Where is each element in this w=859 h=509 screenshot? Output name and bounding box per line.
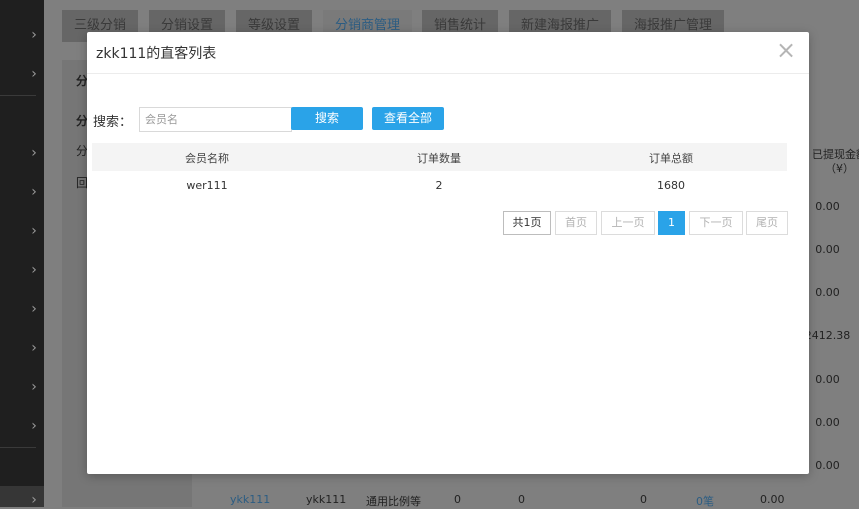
table-cell: 0 [518,493,525,506]
table-cell: 2 [435,179,443,192]
chevron-right-icon[interactable]: › [26,223,42,239]
table-cell: 0 [640,493,647,506]
modal-title: zkk111的直客列表 [96,46,217,62]
sidebar-divider [0,447,36,448]
column-header: 已提现金额 （¥） [808,148,859,176]
prev-page-button[interactable]: 上一页 [601,211,655,235]
modal-header: zkk111的直客列表 × [87,32,809,74]
table-row: wer111 2 1680 [92,171,787,201]
chevron-right-icon[interactable]: › [26,66,42,82]
column-header: 订单数量 [417,152,461,165]
view-all-button[interactable]: 查看全部 [372,107,444,130]
table-cell: 0.00 [760,493,785,506]
column-header: 订单总额 [649,152,693,165]
next-page-button[interactable]: 下一页 [689,211,743,235]
last-page-button[interactable]: 尾页 [746,211,788,235]
table-cell: ykk111 [306,493,347,506]
chevron-right-icon[interactable]: › [26,262,42,278]
first-page-button[interactable]: 首页 [555,211,597,235]
search-button[interactable]: 搜索 [291,107,363,130]
chevron-right-icon[interactable]: › [26,27,42,43]
direct-customer-modal: zkk111的直客列表 × 搜索： 搜索 查看全部 会员名称 订单数量 订单总额… [87,32,809,474]
chevron-right-icon[interactable]: › [26,340,42,356]
chevron-right-icon[interactable]: › [26,379,42,395]
member-name-search-input[interactable] [139,107,292,132]
chevron-right-icon[interactable]: › [26,301,42,317]
chevron-right-icon[interactable]: › [26,184,42,200]
current-page-button[interactable]: 1 [658,211,685,235]
page-total: 共1页 [503,211,551,235]
chevron-right-icon[interactable]: › [26,418,42,434]
column-header-line: 已提现金额 [812,148,859,161]
table-cell: wer111 [186,179,228,192]
close-icon[interactable]: × [775,38,797,62]
table-cell: 1680 [657,179,685,192]
column-header-line: （¥） [825,162,854,175]
search-label: 搜索： [93,115,133,130]
column-header: 会员名称 [185,152,229,165]
table-cell-link[interactable]: ykk111 [230,493,270,506]
chevron-right-icon[interactable]: › [26,492,42,508]
sidebar-divider [0,95,36,96]
chevron-right-icon[interactable]: › [26,145,42,161]
sidebar: › › › › › › › › › › › [0,0,44,508]
table-cell: 0 [454,493,461,506]
table-header-row: 会员名称 订单数量 订单总额 [92,143,787,171]
